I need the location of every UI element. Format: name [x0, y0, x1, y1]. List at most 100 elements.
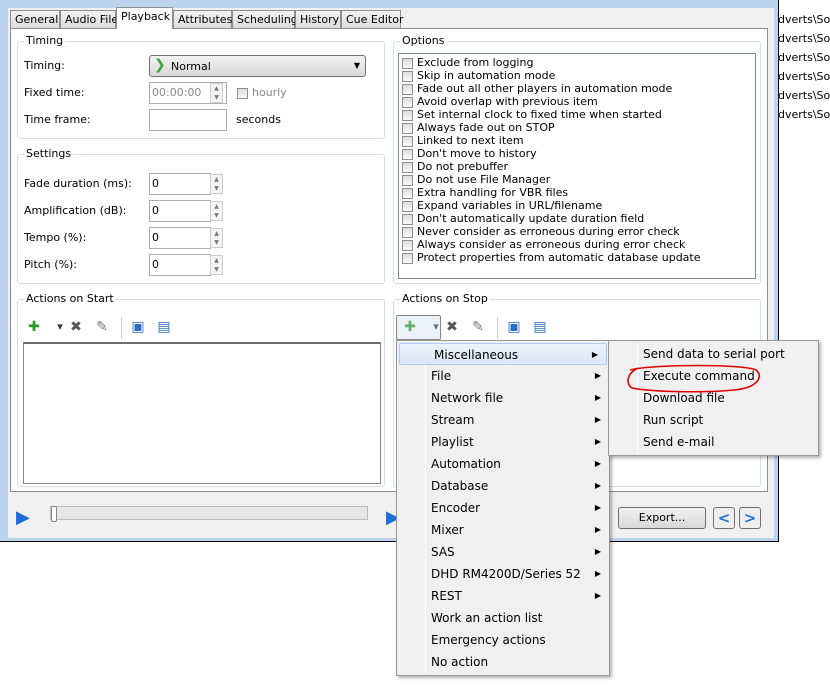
option-label: Don't automatically update duration fiel…: [417, 212, 645, 225]
checkbox-box: [402, 187, 413, 199]
menu-item-label: Run script: [643, 413, 704, 427]
option-checkbox[interactable]: Avoid overlap with previous item: [402, 95, 752, 108]
position-slider[interactable]: [50, 506, 368, 522]
option-checkbox[interactable]: Always consider as erroneous during erro…: [402, 238, 752, 251]
menu-item-no-action[interactable]: No action: [397, 651, 609, 673]
hourly-checkbox[interactable]: hourly: [237, 86, 287, 99]
open-folder-icon[interactable]: ▣: [130, 319, 146, 335]
chevron-down-icon[interactable]: ▾: [52, 319, 68, 335]
time-frame-input[interactable]: [149, 109, 227, 131]
fixed-time-label: Fixed time:: [24, 86, 85, 99]
checkbox-box: [402, 148, 413, 160]
pitch-spinner[interactable]: ▲ ▼: [210, 255, 223, 275]
checkbox-box: [237, 87, 248, 99]
option-checkbox[interactable]: Extra handling for VBR files: [402, 186, 752, 199]
fixed-time-spinner[interactable]: ▲ ▼: [210, 83, 223, 103]
timing-value: Normal: [171, 60, 211, 73]
submenu-arrow-icon: ▶: [594, 481, 601, 490]
option-checkbox[interactable]: Do not prebuffer: [402, 160, 752, 173]
tab-audio-file[interactable]: Audio File: [60, 10, 118, 28]
tempo-spinner[interactable]: ▲ ▼: [210, 228, 223, 248]
miscellaneous-submenu: Send data to serial port Execute command D…: [608, 340, 819, 456]
option-checkbox[interactable]: Don't automatically update duration fiel…: [402, 212, 752, 225]
amplification-spinner[interactable]: ▲ ▼: [210, 201, 223, 221]
option-label: Skip in automation mode: [417, 69, 556, 82]
option-checkbox[interactable]: Never consider as erroneous during error…: [402, 225, 752, 238]
submenu-item-run-script[interactable]: Run script: [609, 409, 818, 431]
option-checkbox[interactable]: Protect properties from automatic databa…: [402, 251, 752, 264]
amplification-input[interactable]: 0: [149, 200, 211, 222]
next-arrow-icon[interactable]: >: [739, 507, 761, 529]
open-folder-icon[interactable]: ▣: [506, 319, 522, 335]
tempo-label: Tempo (%):: [24, 231, 87, 244]
option-checkbox[interactable]: Do not use File Manager: [402, 173, 752, 186]
checkbox-box: [402, 109, 413, 121]
pitch-input[interactable]: 0: [149, 254, 211, 276]
fade-input[interactable]: 0: [149, 173, 211, 195]
tab-playback[interactable]: Playback: [116, 7, 173, 29]
export-button[interactable]: Export...: [618, 507, 706, 529]
delete-icon[interactable]: ✖: [444, 319, 460, 335]
save-disk-icon[interactable]: ▤: [156, 319, 172, 335]
timing-dropdown[interactable]: ❯ Normal ▼: [149, 55, 366, 77]
tab-scheduling[interactable]: Scheduling: [232, 10, 298, 28]
edit-pencil-icon[interactable]: ✎: [94, 319, 110, 335]
option-checkbox[interactable]: Don't move to history: [402, 147, 752, 160]
background-list-item: dverts\Soc: [778, 89, 830, 102]
tab-cue-editor[interactable]: Cue Editor: [341, 10, 403, 28]
menu-item-label: SAS: [431, 545, 455, 559]
menu-item-work-an-action-list[interactable]: Work an action list: [397, 607, 609, 629]
actions-start-list[interactable]: [23, 342, 381, 484]
option-label: Set internal clock to fixed time when st…: [417, 108, 662, 121]
menu-item-database[interactable]: Database ▶: [397, 475, 609, 497]
menu-item-network-file[interactable]: Network file ▶: [397, 387, 609, 409]
option-checkbox[interactable]: Exclude from logging: [402, 56, 752, 69]
tempo-input[interactable]: 0: [149, 227, 211, 249]
play-button[interactable]: ▶: [16, 507, 30, 528]
checkbox-box: [402, 239, 413, 251]
toolbar-separator: [497, 317, 498, 339]
menu-item-encoder[interactable]: Encoder ▶: [397, 497, 609, 519]
option-checkbox[interactable]: Skip in automation mode: [402, 69, 752, 82]
menu-item-label: Network file: [431, 391, 504, 405]
option-label: Protect properties from automatic databa…: [417, 251, 701, 264]
option-label: Never consider as erroneous during error…: [417, 225, 680, 238]
actions-stop-toolbar: ✚ ▾ ✖ ✎ ▣ ▤: [394, 300, 760, 340]
delete-icon[interactable]: ✖: [68, 319, 84, 335]
menu-item-label: Encoder: [431, 501, 481, 515]
option-label: Don't move to history: [417, 147, 537, 160]
add-icon[interactable]: ✚: [26, 319, 42, 335]
edit-pencil-icon[interactable]: ✎: [470, 319, 486, 335]
menu-item-rest[interactable]: REST ▶: [397, 585, 609, 607]
slider-thumb[interactable]: [51, 506, 57, 522]
checkbox-box: [402, 252, 413, 264]
option-checkbox[interactable]: Expand variables in URL/filename: [402, 199, 752, 212]
save-disk-icon[interactable]: ▤: [532, 319, 548, 335]
add-button-pressed[interactable]: [396, 315, 441, 340]
background-list-item: dverts\Soc: [778, 32, 830, 45]
checkbox-box: [402, 200, 413, 212]
seconds-label: seconds: [236, 113, 281, 126]
fade-spinner[interactable]: ▲ ▼: [210, 174, 223, 194]
option-checkbox[interactable]: Linked to next item: [402, 134, 752, 147]
tab-attributes[interactable]: Attributes: [173, 10, 232, 28]
menu-item-automation[interactable]: Automation ▶: [397, 453, 609, 475]
menu-item-stream[interactable]: Stream ▶: [397, 409, 609, 431]
menu-item-sas[interactable]: SAS ▶: [397, 541, 609, 563]
previous-arrow-icon[interactable]: <: [713, 507, 735, 529]
option-checkbox[interactable]: Fade out all other players in automation…: [402, 82, 752, 95]
option-checkbox[interactable]: Set internal clock to fixed time when st…: [402, 108, 752, 121]
menu-item-mixer[interactable]: Mixer ▶: [397, 519, 609, 541]
menu-item-miscellaneous[interactable]: Miscellaneous ▶: [399, 343, 607, 365]
menu-item-file[interactable]: File ▶: [397, 365, 609, 387]
menu-item-emergency-actions[interactable]: Emergency actions: [397, 629, 609, 651]
submenu-item-send-e-mail[interactable]: Send e-mail: [609, 431, 818, 453]
option-label: Always fade out on STOP: [417, 121, 555, 134]
option-checkbox[interactable]: Always fade out on STOP: [402, 121, 752, 134]
menu-item-dhd-rm4200d-series-52[interactable]: DHD RM4200D/Series 52 ▶: [397, 563, 609, 585]
submenu-arrow-icon: ▶: [594, 547, 601, 556]
tab-general[interactable]: General: [10, 10, 60, 28]
checkbox-box: [402, 174, 413, 186]
menu-item-playlist[interactable]: Playlist ▶: [397, 431, 609, 453]
tab-history[interactable]: History: [295, 10, 341, 28]
